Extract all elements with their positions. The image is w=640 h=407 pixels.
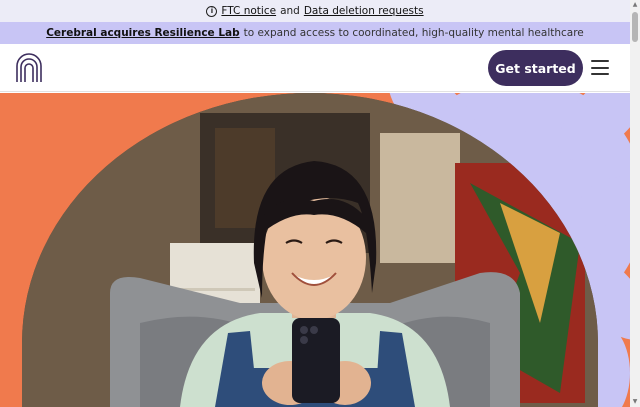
get-started-button[interactable]: Get started (488, 50, 583, 86)
hero-section (0, 93, 630, 407)
vertical-scrollbar[interactable]: ▲ ▼ (630, 0, 640, 407)
arch-logo-icon[interactable] (15, 53, 43, 83)
data-deletion-link[interactable]: Data deletion requests (304, 5, 424, 17)
acquisition-link[interactable]: Cerebral acquires Resilience Lab (46, 27, 239, 39)
site-header: Get started (0, 44, 630, 92)
scroll-up-arrow-icon[interactable]: ▲ (630, 0, 640, 10)
info-icon: i (206, 5, 218, 17)
hero-illustration (22, 93, 630, 407)
promo-bar: Cerebral acquires Resilience Lab to expa… (0, 22, 630, 44)
ftc-notice-link[interactable]: FTC notice (221, 5, 276, 17)
promo-text: to expand access to coordinated, high-qu… (243, 27, 584, 39)
hamburger-menu-icon[interactable] (591, 60, 609, 75)
scroll-down-arrow-icon[interactable]: ▼ (630, 397, 640, 407)
notice-connector: and (280, 5, 300, 17)
notice-bar: i FTC notice and Data deletion requests (0, 0, 630, 22)
scrollbar-thumb[interactable] (632, 12, 638, 42)
